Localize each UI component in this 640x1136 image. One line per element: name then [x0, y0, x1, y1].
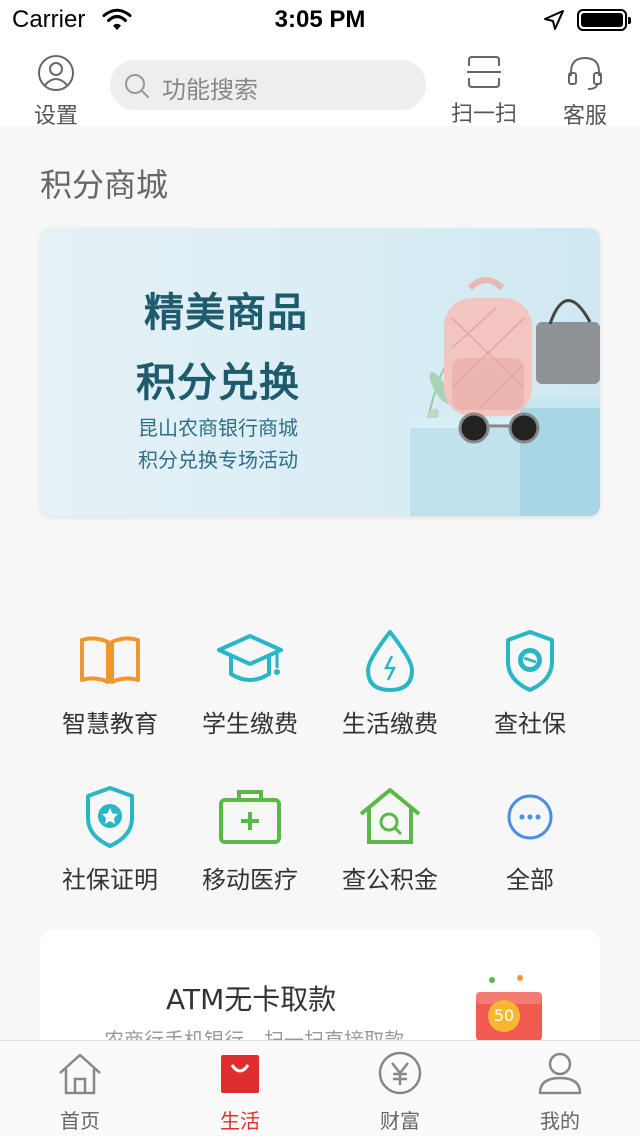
- service-mobile-medical[interactable]: 移动医疗: [180, 784, 320, 895]
- points-mall-banner[interactable]: 精美商品 积分兑换 昆山农商银行商城 积分兑换专场活动: [40, 228, 600, 516]
- settings-label: 设置: [33, 104, 78, 129]
- search-placeholder: 功能搜索: [162, 76, 258, 104]
- social-security-shield-icon: [506, 630, 554, 692]
- banner-subtitle-1: 昆山农商银行商城: [138, 416, 298, 440]
- settings-button[interactable]: 设置: [22, 54, 90, 130]
- user-icon: [538, 1052, 582, 1095]
- tab-mine[interactable]: 我的: [510, 1051, 610, 1134]
- scan-icon: [467, 56, 501, 88]
- scan-label: 扫一扫: [450, 102, 517, 127]
- envelope-amount: 50: [493, 1006, 515, 1025]
- yen-coin-icon: [378, 1051, 422, 1095]
- user-circle-icon: [38, 55, 74, 91]
- banner-headline-2: 积分兑换: [136, 360, 300, 406]
- shopping-bag-icon: [221, 1055, 259, 1093]
- service-all[interactable]: 全部: [460, 784, 600, 895]
- tab-label: 财富: [380, 1109, 420, 1133]
- status-bar: Carrier 3:05 PM: [0, 0, 640, 40]
- banner-products-illustration: [410, 277, 600, 516]
- service-label: 移动医疗: [202, 866, 298, 894]
- tab-label: 我的: [540, 1109, 580, 1133]
- service-utility-payment[interactable]: 生活缴费: [320, 628, 460, 739]
- service-smart-education[interactable]: 智慧教育: [40, 628, 180, 739]
- service-housing-fund[interactable]: 查公积金: [320, 784, 460, 895]
- search-input[interactable]: 功能搜索: [110, 60, 426, 110]
- tab-life[interactable]: 生活: [190, 1051, 290, 1134]
- red-envelope-icon: 50: [470, 974, 550, 1044]
- home-icon: [59, 1053, 101, 1095]
- service-label: 全部: [506, 866, 554, 894]
- medical-kit-icon: [219, 790, 281, 844]
- section-title: 积分商城: [40, 166, 169, 204]
- book-icon: [80, 636, 140, 684]
- search-icon: [125, 74, 149, 98]
- shield-star-icon: [86, 786, 134, 848]
- water-drop-icon: [366, 630, 414, 692]
- scan-button[interactable]: 扫一扫: [444, 54, 524, 128]
- customer-service-label: 客服: [562, 104, 607, 129]
- service-social-security[interactable]: 查社保: [460, 628, 600, 739]
- location-arrow-icon: [544, 10, 564, 34]
- service-student-fees[interactable]: 学生缴费: [180, 628, 320, 739]
- more-icon: [507, 794, 553, 840]
- bottom-tab-bar: 首页 生活 财富 我的: [0, 1040, 640, 1136]
- banner-subtitle-2: 积分兑换专场活动: [138, 448, 298, 472]
- service-label: 学生缴费: [202, 710, 298, 738]
- service-label: 查公积金: [342, 866, 438, 894]
- top-bar: 设置 功能搜索 扫一扫 客服: [0, 40, 640, 129]
- tab-label: 首页: [60, 1109, 100, 1133]
- graduation-cap-icon: [217, 634, 283, 682]
- customer-service-button[interactable]: 客服: [552, 54, 618, 130]
- tab-home[interactable]: 首页: [30, 1051, 130, 1134]
- service-label: 智慧教育: [62, 710, 158, 738]
- battery-icon: [577, 9, 631, 31]
- atm-title: ATM无卡取款: [166, 983, 337, 1016]
- house-search-icon: [359, 788, 421, 844]
- service-label: 查社保: [494, 710, 566, 738]
- service-label: 社保证明: [62, 866, 158, 894]
- service-label: 生活缴费: [342, 710, 438, 738]
- tab-label: 生活: [220, 1109, 260, 1133]
- service-social-security-certificate[interactable]: 社保证明: [40, 784, 180, 895]
- headset-icon: [568, 56, 602, 90]
- banner-headline-1: 精美商品: [144, 290, 308, 336]
- tab-wealth[interactable]: 财富: [350, 1051, 450, 1134]
